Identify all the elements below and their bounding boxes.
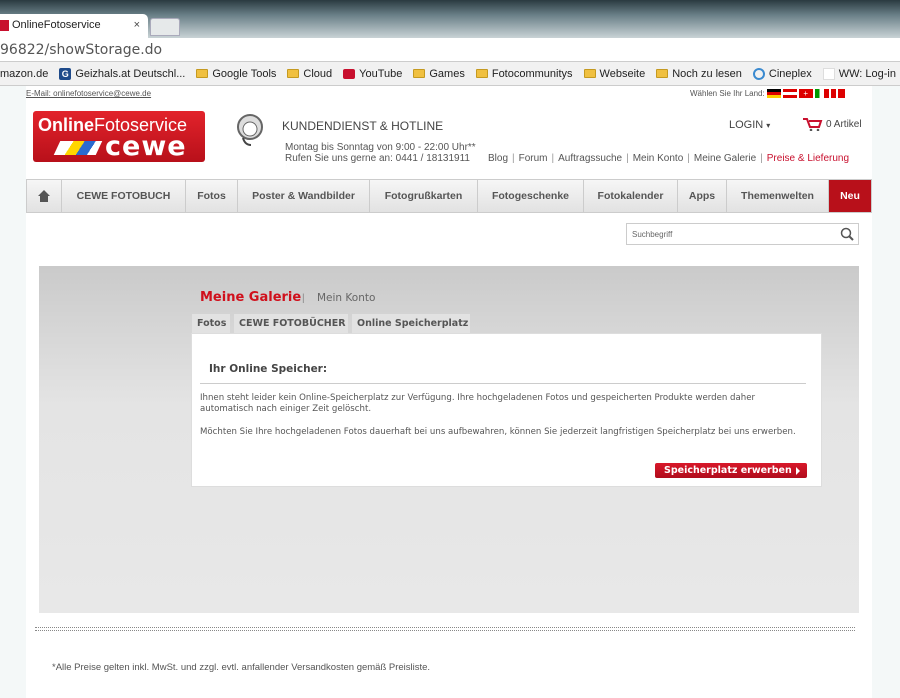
bookmark[interactable]: Fotocommunitys [475, 68, 573, 80]
nav-kalender[interactable]: Fotokalender [584, 180, 678, 212]
nav-neu[interactable]: Neu [829, 180, 871, 212]
home-icon [38, 190, 50, 202]
country-selector: Wählen Sie Ihr Land: + [690, 89, 845, 98]
nav-fotos[interactable]: Fotos [186, 180, 238, 212]
footer-note: *Alle Preise gelten inkl. MwSt. und zzgl… [52, 662, 431, 673]
nav-fotobuch[interactable]: CEWE FOTOBUCH [62, 180, 186, 212]
page-icon [822, 67, 835, 80]
storage-info-text: Ihnen steht leider kein Online-Speicherp… [200, 393, 756, 414]
email-link[interactable]: E-Mail: onlinefotoservice@cewe.de [26, 89, 151, 98]
tab-online-speicherplatz[interactable]: Online Speicherplatz [352, 314, 470, 333]
folder-icon [196, 69, 209, 78]
link-blog[interactable]: Blog [488, 153, 508, 164]
arrow-right-icon [796, 467, 800, 475]
bookmark[interactable]: Google Tools [196, 68, 276, 80]
bookmark[interactable]: YouTube [343, 68, 402, 80]
bookmark[interactable]: Noch zu lesen [656, 68, 742, 80]
link-mein-konto[interactable]: Mein Konto [633, 153, 684, 164]
hotline-info: Montag bis Sonntag von 9:00 - 22:00 Uhr*… [285, 142, 476, 164]
favicon-icon [0, 20, 9, 31]
divider [200, 383, 806, 384]
search-input[interactable]: Suchbegriff [626, 223, 859, 245]
nav-geschenke[interactable]: Fotogeschenke [478, 180, 584, 212]
youtube-icon [343, 68, 356, 79]
cewe-logo[interactable]: OnlineFotoservice cewe [33, 111, 205, 162]
tab-title: OnlineFotoservice [12, 19, 101, 31]
bookmark[interactable]: G Geizhals.at Deutschl... [59, 67, 185, 80]
nav-poster[interactable]: Poster & Wandbilder [238, 180, 370, 212]
header-links: Blog | Forum | Auftragssuche | Mein Konto | … [488, 153, 850, 164]
browser-tab[interactable]: OnlineFotoservice × [0, 14, 148, 38]
nav-apps[interactable]: Apps [678, 180, 727, 212]
headset-icon [237, 114, 263, 146]
flag-dk-icon[interactable] [830, 89, 845, 98]
bookmarks-bar: mazon.de G Geizhals.at Deutschl... Google… [0, 62, 900, 86]
nav-grusskarten[interactable]: Fotogrußkarten [370, 180, 478, 212]
link-auftragssuche[interactable]: Auftragssuche [558, 153, 622, 164]
footer-divider [35, 627, 855, 631]
hotline-title: KUNDENDIENST & HOTLINE [282, 119, 444, 133]
link-preise[interactable]: Preise & Lieferung [767, 153, 849, 164]
folder-icon [413, 69, 426, 78]
nav-home[interactable] [27, 180, 62, 212]
address-bar[interactable]: 96822/showStorage.do [0, 38, 900, 62]
flag-ch-icon[interactable]: + [798, 89, 813, 98]
storage-offer-text: Möchten Sie Ihre hochgeladenen Fotos dau… [200, 427, 796, 437]
cart-icon [803, 118, 823, 131]
link-meine-galerie[interactable]: Meine Galerie [694, 153, 756, 164]
folder-icon [287, 69, 300, 78]
tab-fotos[interactable]: Fotos [192, 314, 230, 333]
link-forum[interactable]: Forum [519, 153, 548, 164]
search-icon[interactable] [840, 227, 854, 241]
login-dropdown[interactable]: LOGIN ▾ [729, 119, 770, 131]
folder-icon [583, 69, 596, 78]
cart-link[interactable]: 0 Artikel [803, 117, 862, 131]
cineplex-icon [752, 67, 765, 80]
folder-icon [475, 69, 488, 78]
storage-heading: Ihr Online Speicher: [209, 363, 328, 375]
mein-konto-link[interactable]: Mein Konto [317, 292, 375, 304]
folder-icon [656, 69, 669, 78]
caret-down-icon: ▾ [766, 121, 771, 130]
bookmark[interactable]: Cloud [287, 68, 332, 80]
main-nav: CEWE FOTOBUCH Fotos Poster & Wandbilder … [26, 179, 872, 213]
bookmark[interactable]: Cineplex [752, 67, 812, 80]
bookmark[interactable]: mazon.de [0, 68, 48, 80]
geizhals-icon: G [59, 67, 72, 80]
close-tab-icon[interactable]: × [134, 19, 140, 31]
flag-de-icon[interactable] [766, 89, 781, 98]
buy-storage-button[interactable]: Speicherplatz erwerben [655, 463, 807, 478]
separator: | [302, 293, 305, 304]
new-tab-button[interactable] [150, 18, 180, 36]
bookmark[interactable]: Webseite [583, 68, 645, 80]
meine-galerie-title[interactable]: Meine Galerie [200, 290, 301, 305]
bookmark[interactable]: Games [413, 68, 465, 80]
nav-themenwelten[interactable]: Themenwelten [727, 180, 829, 212]
bookmark[interactable]: WW: Log-in [822, 67, 896, 80]
flag-it-icon[interactable] [814, 89, 829, 98]
flag-at-icon[interactable] [782, 89, 797, 98]
tab-fotobuecher[interactable]: CEWE FOTOBÜCHER [234, 314, 348, 333]
